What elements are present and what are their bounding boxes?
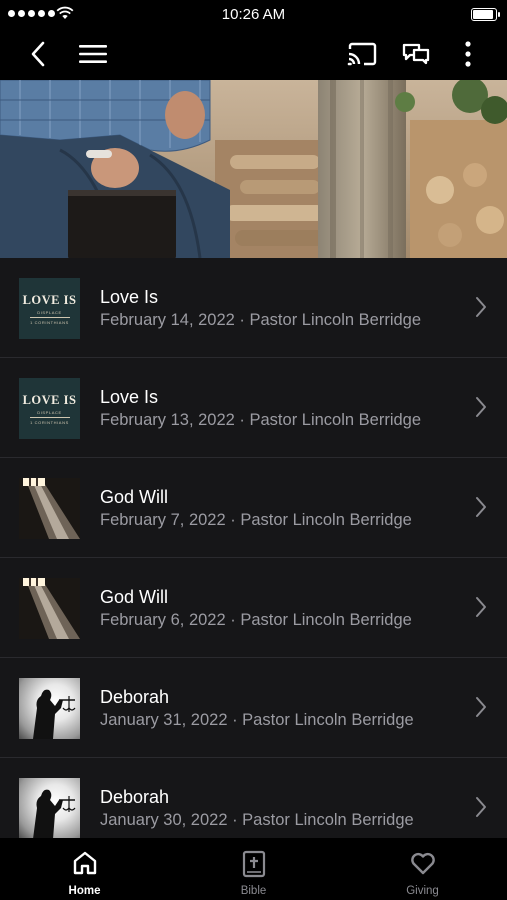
- thumbnail-subtitle-text: DISPLACE: [37, 309, 62, 315]
- thumbnail-subtitle-text: DISPLACE: [37, 409, 62, 415]
- sermon-meta: January 30, 2022 · Pastor Lincoln Berrid…: [100, 811, 414, 829]
- app-bar: [0, 28, 507, 80]
- hamburger-menu-icon: [79, 45, 107, 63]
- tab-label: Home: [68, 885, 101, 897]
- more-button[interactable]: [450, 28, 486, 80]
- sermon-meta: January 31, 2022 · Pastor Lincoln Berrid…: [100, 711, 414, 729]
- chevron-right-icon: [476, 397, 486, 417]
- tab-bible[interactable]: Bible: [169, 838, 338, 900]
- list-item[interactable]: LOVE IS DISPLACE 1 CORINTHIANS Love Is F…: [0, 358, 507, 458]
- thumbnail-divider: [29, 416, 70, 418]
- hero-banner-image: [0, 80, 507, 258]
- battery-icon: [471, 8, 500, 21]
- sermon-meta: February 6, 2022 · Pastor Lincoln Berrid…: [100, 611, 412, 629]
- light-rays-image: [19, 478, 80, 539]
- sermon-thumbnail: [19, 578, 80, 639]
- cast-icon: [347, 42, 377, 66]
- chevron-left-icon: [31, 41, 45, 67]
- tab-home[interactable]: Home: [0, 838, 169, 900]
- tab-giving[interactable]: Giving: [338, 838, 507, 900]
- sermon-thumbnail: LOVE IS DISPLACE 1 CORINTHIANS: [19, 378, 80, 439]
- justice-statue-image: [33, 689, 76, 739]
- sermon-meta: February 7, 2022 · Pastor Lincoln Berrid…: [100, 511, 412, 529]
- menu-button[interactable]: [72, 28, 114, 80]
- back-button[interactable]: [18, 28, 58, 80]
- sermon-title: God Will: [100, 587, 169, 607]
- sermon-thumbnail: LOVE IS DISPLACE 1 CORINTHIANS: [19, 278, 80, 339]
- sermon-thumbnail: [19, 678, 80, 739]
- tab-label: Giving: [406, 885, 439, 897]
- thumbnail-caption-text: 1 CORINTHIANS: [30, 319, 69, 325]
- sermon-meta: February 13, 2022 · Pastor Lincoln Berri…: [100, 411, 422, 429]
- status-bar: 10:26 AM: [0, 0, 507, 28]
- justice-statue-image: [33, 789, 76, 839]
- sermon-meta: February 14, 2022 · Pastor Lincoln Berri…: [100, 311, 422, 329]
- chevron-right-icon: [476, 597, 486, 617]
- sermon-title: Deborah: [100, 787, 170, 807]
- sermon-title: Deborah: [100, 687, 170, 707]
- heart-icon: [410, 852, 435, 875]
- thumbnail-title-text: LOVE IS: [22, 292, 77, 307]
- thumbnail-caption-text: 1 CORINTHIANS: [30, 419, 69, 425]
- bottom-tab-bar: Home Bible Giving: [0, 838, 507, 900]
- chat-button[interactable]: [396, 28, 436, 80]
- cast-button[interactable]: [342, 28, 382, 80]
- tab-label: Bible: [240, 885, 267, 897]
- chevron-right-icon: [476, 797, 486, 817]
- chevron-right-icon: [476, 697, 486, 717]
- thumbnail-title-text: LOVE IS: [22, 392, 77, 407]
- sermon-title: Love Is: [100, 387, 159, 407]
- sermon-thumbnail: [19, 478, 80, 539]
- hero-photo: [0, 80, 507, 258]
- thumbnail-divider: [29, 316, 70, 318]
- chevron-right-icon: [476, 297, 486, 317]
- list-item[interactable]: Deborah January 31, 2022 · Pastor Lincol…: [0, 658, 507, 758]
- sermon-title: Love Is: [100, 287, 159, 307]
- list-item[interactable]: LOVE IS DISPLACE 1 CORINTHIANS Love Is F…: [0, 258, 507, 358]
- status-time: 10:26 AM: [221, 6, 286, 23]
- chat-bubbles-icon: [402, 43, 430, 65]
- bible-icon: [242, 850, 265, 878]
- sermon-list: LOVE IS DISPLACE 1 CORINTHIANS Love Is F…: [0, 258, 507, 858]
- chevron-right-icon: [476, 497, 486, 517]
- sermon-title: God Will: [100, 487, 169, 507]
- light-rays-image: [19, 578, 80, 639]
- list-item[interactable]: God Will February 7, 2022 · Pastor Linco…: [0, 458, 507, 558]
- list-item[interactable]: God Will February 6, 2022 · Pastor Linco…: [0, 558, 507, 658]
- home-icon: [73, 851, 96, 875]
- sermon-thumbnail: [19, 778, 80, 839]
- more-vertical-icon: [465, 41, 471, 67]
